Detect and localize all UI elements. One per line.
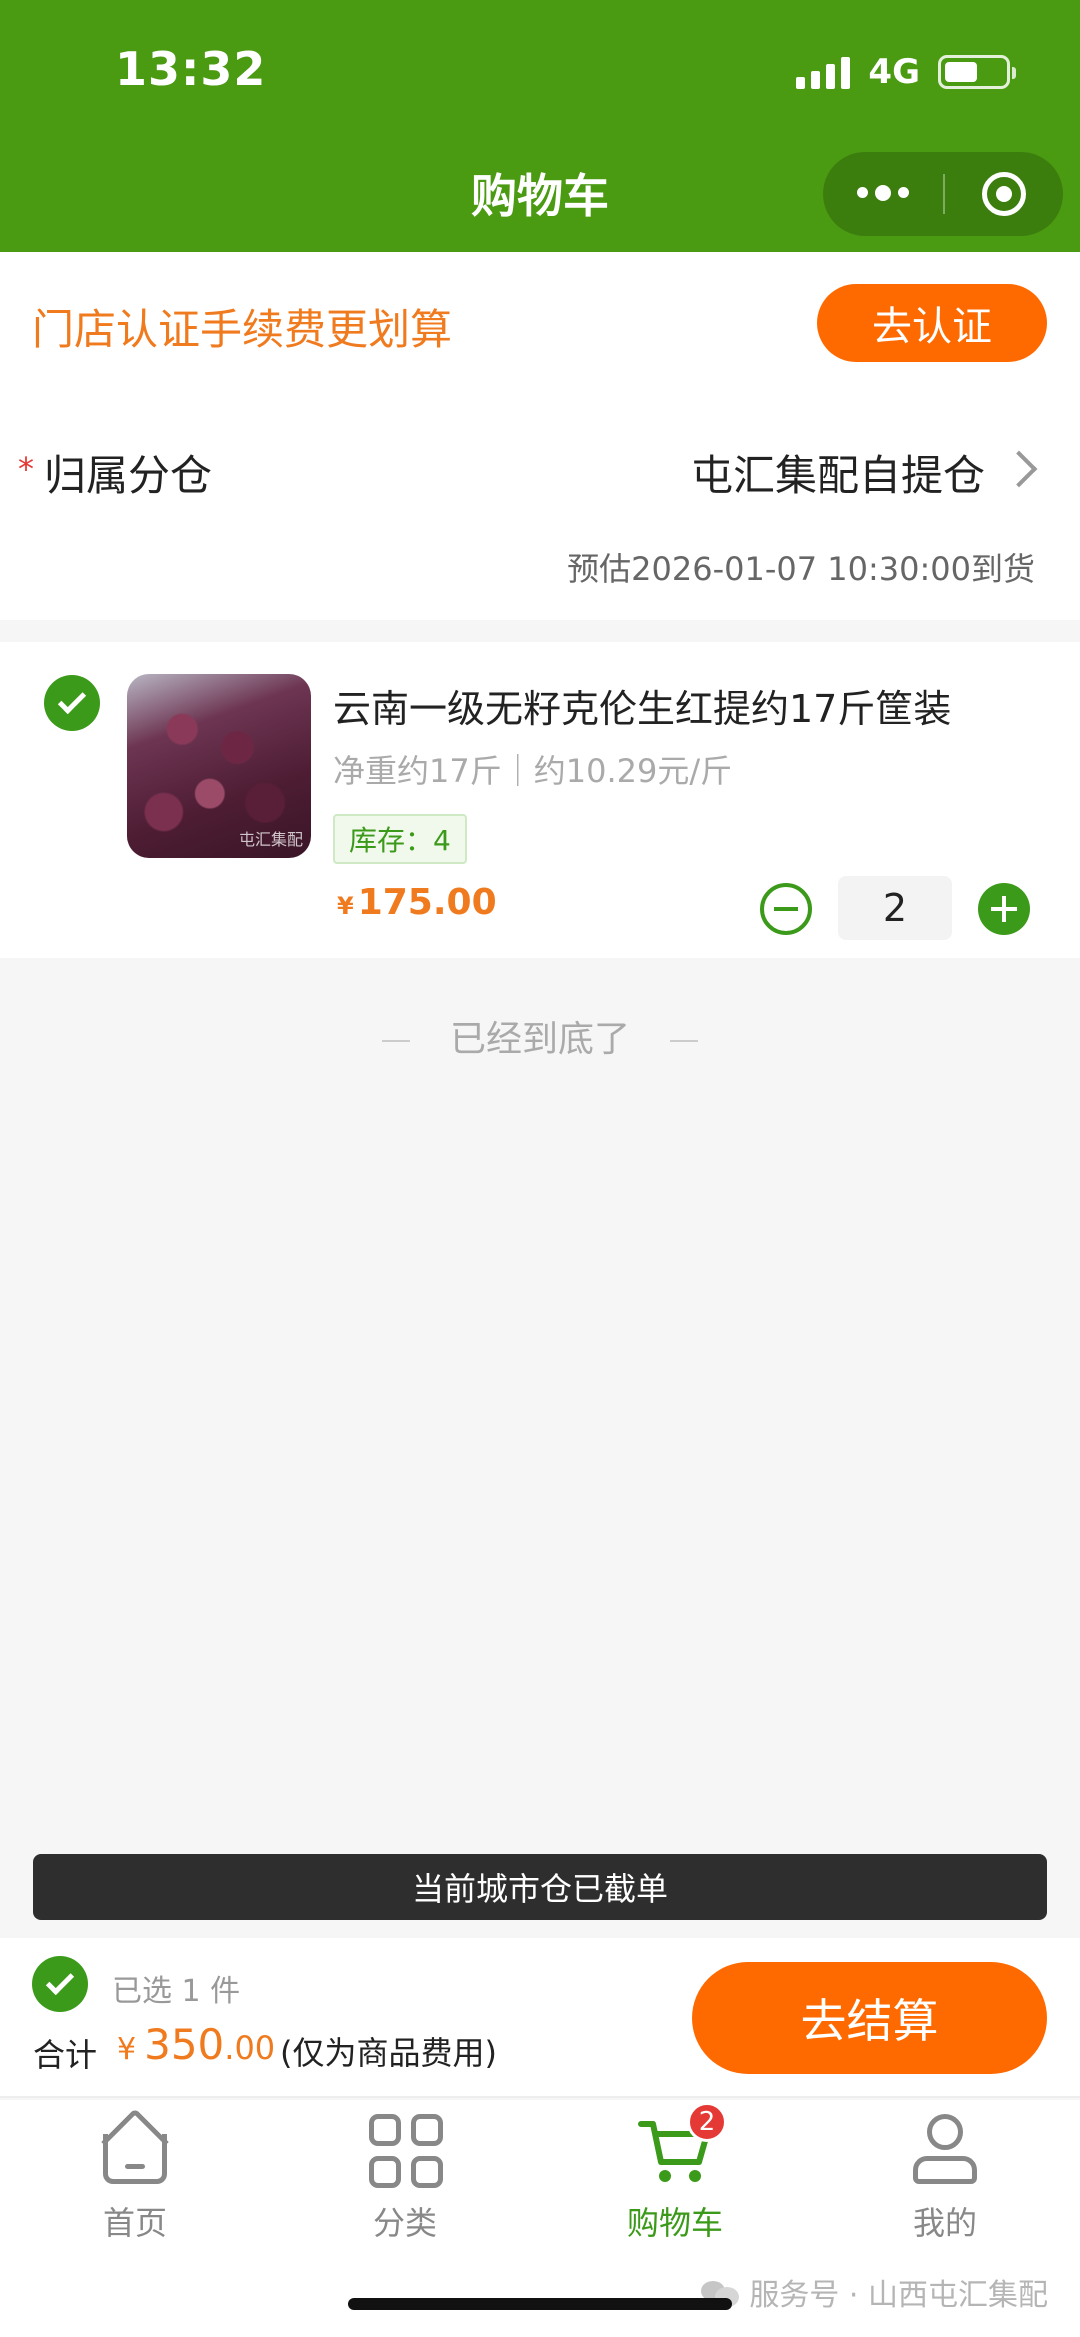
decrease-quantity-button[interactable] (760, 883, 812, 935)
user-icon (907, 2112, 983, 2188)
total-amount: ¥350.00 (117, 2020, 275, 2069)
price-currency: ¥ (337, 892, 354, 920)
header-bar: 13:32 4G 购物车 (0, 0, 1080, 252)
more-icon[interactable] (823, 185, 943, 201)
grid-icon (367, 2112, 443, 2188)
required-asterisk: * (18, 450, 34, 488)
product-spec: 净重约17斤｜约10.29元/斤 (333, 752, 733, 790)
price-value: 175.00 (357, 882, 497, 923)
product-title[interactable]: 云南一级无籽克伦生红提约17斤筐装 (333, 678, 951, 733)
status-indicators: 4G (796, 52, 1016, 92)
product-price: ¥175.00 (337, 882, 497, 923)
cutoff-notice: 当前城市仓已截单 (33, 1854, 1047, 1920)
source-watermark: 服务号 · 山西屯汇集配 (701, 2270, 1048, 2314)
network-type: 4G (868, 52, 920, 92)
signal-icon (796, 55, 851, 89)
home-indicator (348, 2298, 732, 2310)
increase-quantity-button[interactable] (978, 883, 1030, 935)
home-icon (97, 2108, 173, 2188)
verify-button[interactable]: 去认证 (817, 284, 1047, 362)
tab-profile[interactable]: 我的 (845, 2112, 1045, 2244)
cart-item: 屯汇集配 云南一级无籽克伦生红提约17斤筐装 净重约17斤｜约10.29元/斤 … (0, 642, 1080, 958)
total-currency: ¥ (117, 2032, 137, 2067)
select-all-checkbox[interactable] (32, 1956, 88, 2012)
mini-program-capsule (823, 152, 1063, 236)
checkout-button[interactable]: 去结算 (692, 1962, 1047, 2074)
selected-count: 已选 1 件 (112, 1974, 241, 2009)
tab-label: 我的 (912, 2204, 977, 2242)
tab-category[interactable]: 分类 (305, 2112, 505, 2244)
tab-home[interactable]: 首页 (35, 2108, 235, 2244)
total-label: 合计 (33, 2036, 98, 2074)
battery-icon (938, 55, 1016, 89)
source-text: 服务号 · 山西屯汇集配 (749, 2278, 1048, 2313)
tab-label: 分类 (372, 2204, 437, 2242)
total-note: (仅为商品费用) (280, 2034, 497, 2072)
total-cents: .00 (224, 2029, 276, 2067)
delivery-eta: 预估2026-01-07 10:30:00到货 (567, 550, 1035, 588)
item-checkbox[interactable] (44, 675, 100, 731)
tab-label: 购物车 (626, 2204, 723, 2242)
cart-icon: 2 (637, 2102, 727, 2188)
quantity-input[interactable]: 2 (838, 876, 952, 940)
chevron-right-icon[interactable] (1000, 450, 1038, 488)
warehouse-label: 归属分仓 (44, 451, 213, 500)
warehouse-selector[interactable]: 屯汇集配自提仓 (691, 442, 985, 503)
cart-badge: 2 (687, 2102, 727, 2142)
product-image[interactable]: 屯汇集配 (127, 674, 311, 858)
image-watermark: 屯汇集配 (238, 830, 303, 849)
tab-cart[interactable]: 2 购物车 (575, 2102, 775, 2244)
promo-text: 门店认证手续费更划算 (32, 305, 453, 354)
checkout-bar: 已选 1 件 合计 ¥350.00 (仅为商品费用) 去结算 (0, 1938, 1080, 2098)
end-of-list-note: 已经到底了 (0, 1010, 1080, 1062)
status-time: 13:32 (115, 42, 267, 96)
stock-badge: 库存：4 (333, 814, 467, 864)
total-integer: 350 (144, 2020, 225, 2069)
cart-top-section: 门店认证手续费更划算 去认证 * 归属分仓 屯汇集配自提仓 预估2026-01-… (0, 252, 1080, 620)
tab-label: 首页 (102, 2204, 167, 2242)
end-of-list-text: 已经到底了 (449, 1019, 630, 1060)
close-icon[interactable] (945, 172, 1063, 216)
